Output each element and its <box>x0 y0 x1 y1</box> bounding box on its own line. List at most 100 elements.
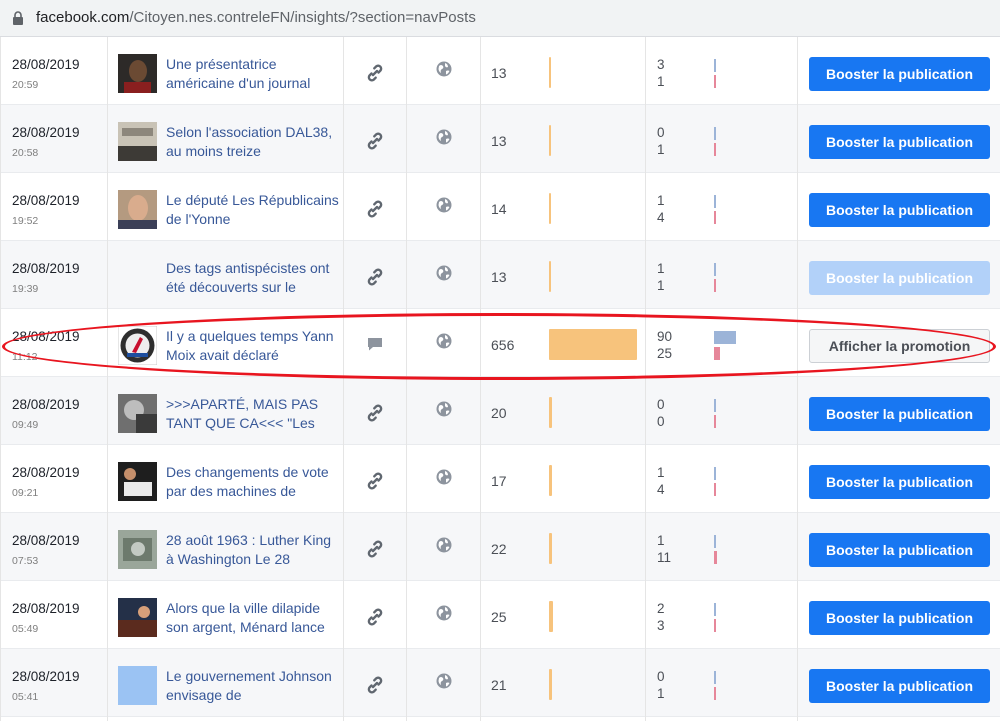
engagement-bottom-value: 4 <box>657 210 665 225</box>
engagement-top-value: 3 <box>657 57 665 72</box>
post-thumbnail[interactable] <box>118 666 157 705</box>
post-thumbnail[interactable] <box>118 122 157 161</box>
reach-bar <box>549 533 552 564</box>
post-row: 28/08/2019 20:58 Selon l'association DAL38… <box>1 105 1000 173</box>
address-bar[interactable]: facebook.com/Citoyen.nes.contreleFN/insi… <box>0 0 1000 37</box>
post-row: 28/08/2019 19:39 Des tags antispécistes on… <box>1 241 1000 309</box>
reach-value: 22 <box>491 541 507 557</box>
engagement-top-value: 1 <box>657 261 665 276</box>
post-time: 09:21 <box>12 487 39 499</box>
engagement-bottom-value: 25 <box>657 346 673 361</box>
engagement-top-value: 2 <box>657 601 665 616</box>
engagement-bottom-value: 1 <box>657 142 665 157</box>
post-date: 28/08/2019 <box>12 601 80 616</box>
post-date: 28/08/2019 <box>12 397 80 412</box>
globe-icon <box>436 265 452 281</box>
posts-table: 28/08/2019 20:59 Une présentatrice américa… <box>0 37 1000 721</box>
boost-post-button[interactable]: Booster la publication <box>809 57 990 91</box>
post-row: 28/08/2019 05:49 Alors que la ville dilapi… <box>1 581 1000 649</box>
reach-bar <box>549 465 552 496</box>
engagement-top-bar <box>714 467 716 480</box>
post-thumbnail[interactable] <box>118 394 157 433</box>
engagement-top-bar <box>714 535 716 548</box>
link-icon <box>367 676 383 694</box>
post-row: 28/08/2019 05:41 Le gouvernement Johnson e… <box>1 649 1000 717</box>
engagement-top-value: 1 <box>657 465 665 480</box>
link-icon <box>367 608 383 626</box>
engagement-bottom-bar <box>714 143 716 156</box>
reach-bar <box>549 57 551 88</box>
globe-icon <box>436 129 452 145</box>
reach-bar <box>549 601 553 632</box>
engagement-top-value: 1 <box>657 533 665 548</box>
boost-post-button[interactable]: Booster la publication <box>809 261 990 295</box>
boost-post-button[interactable]: Booster la publication <box>809 397 990 431</box>
boost-post-button[interactable]: Booster la publication <box>809 601 990 635</box>
column-divider <box>406 37 407 721</box>
boost-post-button[interactable]: Booster la publication <box>809 193 990 227</box>
engagement-bottom-value: 1 <box>657 74 665 89</box>
post-date: 28/08/2019 <box>12 261 80 276</box>
post-title-link[interactable]: >>>APARTÉ, MAIS PAS TANT QUE CA<<< "Les <box>166 395 341 433</box>
reach-value: 20 <box>491 405 507 421</box>
post-time: 20:58 <box>12 147 39 159</box>
post-thumbnail[interactable] <box>118 598 157 637</box>
post-time: 05:41 <box>12 691 39 703</box>
reach-value: 25 <box>491 609 507 625</box>
engagement-top-bar <box>714 59 716 72</box>
post-title-link[interactable]: Des changements de vote par des machines… <box>166 463 341 501</box>
post-thumbnail[interactable] <box>118 190 157 229</box>
post-thumbnail[interactable] <box>118 530 157 569</box>
boost-post-button[interactable]: Booster la publication <box>809 533 990 567</box>
reach-value: 656 <box>491 337 515 353</box>
post-title-link[interactable]: Il y a quelques temps Yann Moix avait dé… <box>166 327 341 365</box>
engagement-top-bar <box>714 263 716 276</box>
column-divider <box>107 37 108 721</box>
url-host: facebook.com <box>36 9 130 26</box>
boost-post-button[interactable]: Booster la publication <box>809 669 990 703</box>
reach-bar <box>549 261 551 292</box>
engagement-bottom-value: 4 <box>657 482 665 497</box>
reach-bar <box>549 397 552 428</box>
post-row: 28/08/2019 07:53 28 août 1963 : Luther Kin… <box>1 513 1000 581</box>
post-title-link[interactable]: Le gouvernement Johnson envisage de <box>166 667 341 705</box>
engagement-top-value: 90 <box>657 329 673 344</box>
globe-icon <box>436 333 452 349</box>
boost-post-button[interactable]: Booster la publication <box>809 465 990 499</box>
post-title-link[interactable]: Selon l'association DAL38, au moins trei… <box>166 123 341 161</box>
globe-icon <box>436 605 452 621</box>
reach-bar <box>549 329 637 360</box>
column-divider <box>645 37 646 721</box>
link-icon <box>367 64 383 82</box>
engagement-bottom-bar <box>714 211 716 224</box>
boost-post-button[interactable]: Booster la publication <box>809 125 990 159</box>
post-title-link[interactable]: Une présentatrice américaine d'un journa… <box>166 55 341 93</box>
post-title-link[interactable]: Alors que la ville dilapide son argent, … <box>166 599 341 637</box>
engagement-top-bar <box>714 671 716 684</box>
reach-bar <box>549 125 551 156</box>
engagement-top-value: 1 <box>657 193 665 208</box>
post-title-link[interactable]: Des tags antispécistes ont été découvert… <box>166 259 341 297</box>
engagement-bottom-bar <box>714 687 716 700</box>
post-time: 07:53 <box>12 555 39 567</box>
post-thumbnail[interactable] <box>118 54 157 93</box>
reach-value: 21 <box>491 677 507 693</box>
post-time: 05:49 <box>12 623 39 635</box>
engagement-bottom-value: 1 <box>657 686 665 701</box>
post-title-link[interactable]: Le député Les Républicains de l'Yonne <box>166 191 341 229</box>
globe-icon <box>436 537 452 553</box>
post-thumbnail[interactable] <box>118 326 157 365</box>
post-date: 28/08/2019 <box>12 125 80 140</box>
url-path: /Citoyen.nes.contreleFN/insights/?sectio… <box>129 9 476 26</box>
post-time: 11:12 <box>12 351 38 363</box>
post-title-link[interactable]: 28 août 1963 : Luther King à Washington … <box>166 531 341 569</box>
post-date: 28/08/2019 <box>12 533 80 548</box>
engagement-bottom-bar <box>714 483 716 496</box>
engagement-bottom-bar <box>714 619 716 632</box>
post-thumbnail[interactable] <box>118 462 157 501</box>
url-text[interactable]: facebook.com/Citoyen.nes.contreleFN/insi… <box>36 9 476 26</box>
view-promotion-button[interactable]: Afficher la promotion <box>809 329 990 363</box>
reach-bar <box>549 193 551 224</box>
engagement-bottom-bar <box>714 551 717 564</box>
post-row: 28/08/2019 09:21 Des changements de vote p… <box>1 445 1000 513</box>
